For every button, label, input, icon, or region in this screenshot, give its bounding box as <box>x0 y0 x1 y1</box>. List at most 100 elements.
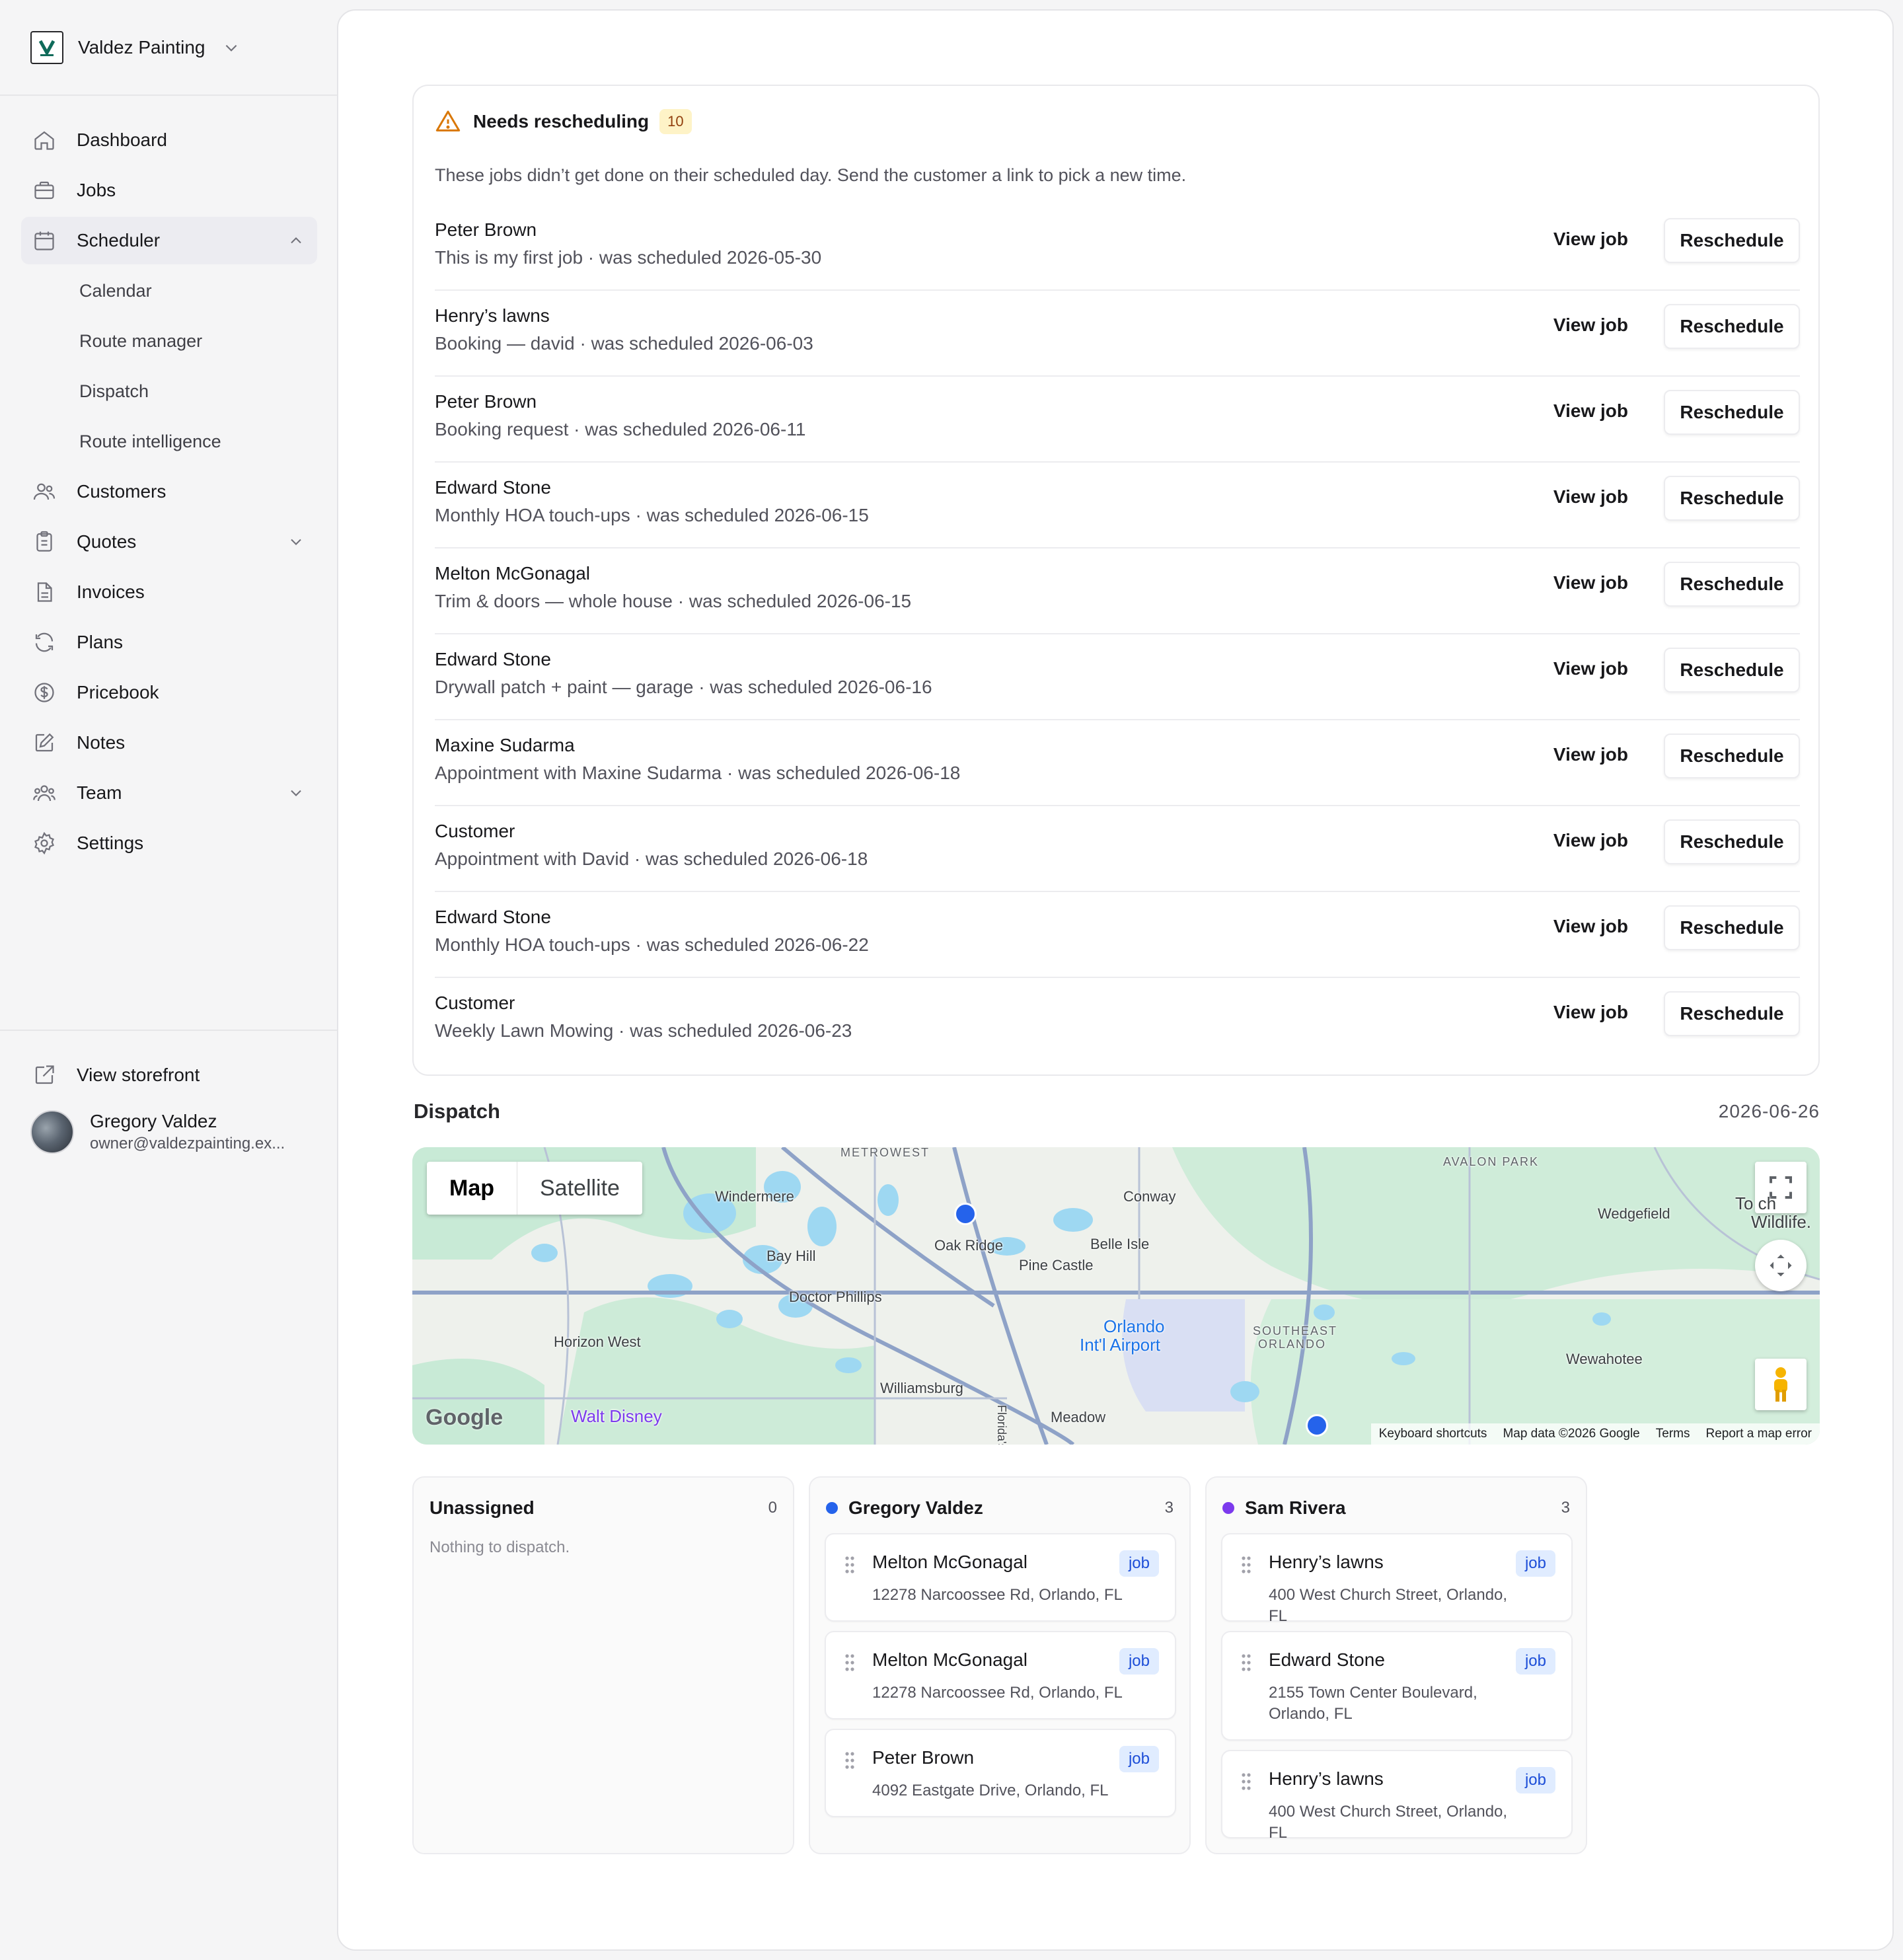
map-tab-map[interactable]: Map <box>427 1162 517 1215</box>
workspace-switcher[interactable]: Valdez Painting <box>30 30 240 65</box>
drag-handle-icon[interactable] <box>1241 1653 1251 1672</box>
job-detail: Booking request · was scheduled 2026-06-… <box>435 419 806 439</box>
map-label: AVALON PARK <box>1443 1155 1540 1168</box>
map-label: Windermere <box>715 1188 794 1205</box>
nav-invoices[interactable]: Invoices <box>21 568 317 616</box>
nav-route-manager[interactable]: Route manager <box>21 317 317 365</box>
nav-label: Notes <box>77 732 126 753</box>
dispatch-card[interactable]: Henry’s lawns 400 West Church Street, Or… <box>1221 1750 1573 1842</box>
reschedule-button[interactable]: Reschedule <box>1664 991 1800 1036</box>
document-icon <box>32 580 57 605</box>
nav-dispatch[interactable]: Dispatch <box>21 367 317 415</box>
reschedule-button[interactable]: Reschedule <box>1664 905 1800 950</box>
needs-rescheduling-card: Needs rescheduling 10 These jobs didn’t … <box>412 85 1820 1076</box>
list-item: Peter Brown Booking request · was schedu… <box>435 377 1800 463</box>
dispatch-card[interactable]: Peter Brown 4092 Eastgate Drive, Orlando… <box>825 1729 1176 1817</box>
view-job-button[interactable]: View job <box>1540 390 1641 432</box>
column-count: 3 <box>1164 1499 1174 1517</box>
dispatch-date: 2026-06-26 <box>1718 1101 1820 1121</box>
dispatch-map[interactable]: Map Satellite METROWEST Windermere Bay H… <box>412 1147 1820 1445</box>
card-title: Melton McGonagal <box>872 1552 1028 1572</box>
user-name: Gregory Valdez <box>90 1111 217 1131</box>
dispatch-card[interactable]: Melton McGonagal 12278 Narcoossee Rd, Or… <box>825 1533 1176 1622</box>
storefront-label: View storefront <box>77 1065 200 1085</box>
nav-label: Quotes <box>77 531 137 552</box>
reschedule-button[interactable]: Reschedule <box>1664 218 1800 263</box>
dispatch-card[interactable]: Henry’s lawns 400 West Church Street, Or… <box>1221 1533 1573 1625</box>
nav-settings[interactable]: Settings <box>21 819 317 867</box>
nav-team[interactable]: Team <box>21 769 317 817</box>
nav-notes[interactable]: Notes <box>21 719 317 767</box>
chevron-up-icon <box>291 237 301 244</box>
nav-route-intelligence[interactable]: Route intelligence <box>21 418 317 465</box>
reschedule-button[interactable]: Reschedule <box>1664 390 1800 435</box>
list-item: Edward Stone Drywall patch + paint — gar… <box>435 634 1800 720</box>
map-marker[interactable] <box>1306 1414 1328 1437</box>
dispatch-card[interactable]: Melton McGonagal 12278 Narcoossee Rd, Or… <box>825 1631 1176 1719</box>
dispatch-card[interactable]: Edward Stone 2155 Town Center Boulevard,… <box>1221 1631 1573 1741</box>
terms-link[interactable]: Terms <box>1648 1427 1698 1441</box>
map-marker[interactable] <box>954 1203 977 1225</box>
google-logo: Google <box>426 1405 504 1430</box>
camera-control-icon[interactable] <box>1755 1240 1807 1291</box>
main-panel: Needs rescheduling 10 These jobs didn’t … <box>337 9 1894 1951</box>
view-job-button[interactable]: View job <box>1540 218 1641 260</box>
nav-label: Customers <box>77 481 167 502</box>
nav-calendar[interactable]: Calendar <box>21 267 317 315</box>
drag-handle-icon[interactable] <box>1241 1556 1251 1574</box>
nav-plans[interactable]: Plans <box>21 619 317 666</box>
job-detail: Weekly Lawn Mowing · was scheduled 2026-… <box>435 1020 852 1041</box>
main-nav: Dashboard Jobs Scheduler Calendar Route … <box>21 116 317 870</box>
list-item: Customer Appointment with David · was sc… <box>435 806 1800 892</box>
list-item: Henry’s lawns Booking — david · was sche… <box>435 291 1800 377</box>
reschedule-button[interactable]: Reschedule <box>1664 304 1800 349</box>
pegman-icon[interactable] <box>1755 1359 1807 1410</box>
list-item: Peter Brown This is my first job · was s… <box>435 205 1800 291</box>
map-tab-satellite[interactable]: Satellite <box>517 1162 642 1215</box>
keyboard-shortcuts-link[interactable]: Keyboard shortcuts <box>1371 1427 1495 1441</box>
reschedule-button[interactable]: Reschedule <box>1664 648 1800 693</box>
view-job-button[interactable]: View job <box>1540 476 1641 518</box>
view-job-button[interactable]: View job <box>1540 304 1641 346</box>
nav-customers[interactable]: Customers <box>21 468 317 515</box>
card-title: Henry’s lawns <box>1269 1768 1384 1789</box>
map-label: Horizon West <box>554 1334 641 1350</box>
job-customer: Henry’s lawns <box>435 305 550 326</box>
reschedule-button[interactable]: Reschedule <box>1664 734 1800 778</box>
chevron-down-icon <box>291 539 301 545</box>
view-job-button[interactable]: View job <box>1540 819 1641 862</box>
map-label: Wewahotee <box>1566 1351 1643 1367</box>
nav-scheduler[interactable]: Scheduler <box>21 217 317 264</box>
avatar <box>30 1110 74 1154</box>
report-map-error-link[interactable]: Report a map error <box>1698 1427 1820 1441</box>
reschedule-button[interactable]: Reschedule <box>1664 819 1800 864</box>
view-job-button[interactable]: View job <box>1540 905 1641 948</box>
drag-handle-icon[interactable] <box>844 1751 855 1770</box>
reschedule-button[interactable]: Reschedule <box>1664 562 1800 607</box>
user-menu[interactable]: Gregory Valdez owner@valdezpainting.ex..… <box>30 1110 285 1154</box>
card-title: Henry’s lawns <box>1269 1552 1384 1572</box>
drag-handle-icon[interactable] <box>844 1653 855 1672</box>
drag-handle-icon[interactable] <box>844 1556 855 1574</box>
view-job-button[interactable]: View job <box>1540 648 1641 690</box>
nav-label: Dashboard <box>77 130 167 150</box>
map-label: Int'l Airport <box>1080 1335 1161 1355</box>
nav-quotes[interactable]: Quotes <box>21 518 317 566</box>
card-address: 400 West Church Street, Orlando, FL <box>1269 1803 1508 1842</box>
view-job-button[interactable]: View job <box>1540 991 1641 1034</box>
reschedule-button[interactable]: Reschedule <box>1664 476 1800 521</box>
view-job-button[interactable]: View job <box>1540 734 1641 776</box>
reschedule-list: Peter Brown This is my first job · was s… <box>435 205 1800 1064</box>
nav-jobs[interactable]: Jobs <box>21 167 317 214</box>
view-storefront-link[interactable]: View storefront <box>32 1053 200 1097</box>
nav-dashboard[interactable]: Dashboard <box>21 116 317 164</box>
column-name: Gregory Valdez <box>848 1497 983 1518</box>
nav-pricebook[interactable]: Pricebook <box>21 669 317 716</box>
view-job-button[interactable]: View job <box>1540 562 1641 604</box>
card-title: Edward Stone <box>1269 1649 1385 1670</box>
nav-label: Team <box>77 782 122 803</box>
drag-handle-icon[interactable] <box>1241 1772 1251 1791</box>
card-title: Melton McGonagal <box>872 1649 1028 1670</box>
job-detail: Booking — david · was scheduled 2026-06-… <box>435 333 813 354</box>
job-detail: Drywall patch + paint — garage · was sch… <box>435 677 932 697</box>
